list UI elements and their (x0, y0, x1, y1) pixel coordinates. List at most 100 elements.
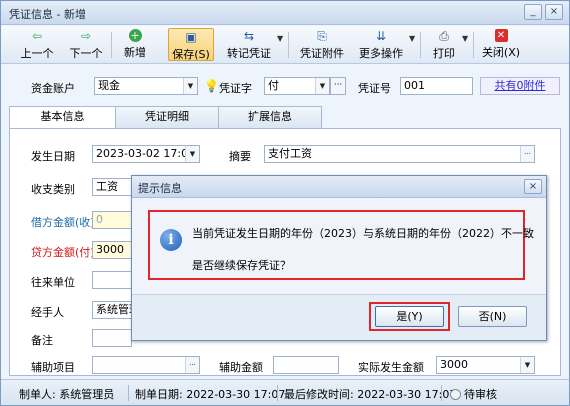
created-date-status: 制单日期: 2022-03-30 17:07 (135, 388, 286, 401)
dialog-message-highlight: i 当前凭证发生日期的年份（2023）与系统日期的年份（2022）不一致 是否继… (148, 210, 534, 280)
toolbar-separator (473, 32, 474, 58)
voucher-attachment-button[interactable]: ⎘ 凭证附件 (297, 28, 347, 61)
attachment-label: 凭证附件 (300, 47, 344, 60)
print-button[interactable]: ⎙ 打印 (429, 28, 459, 61)
arrow-left-icon: ⇦ (31, 29, 43, 43)
credit-value: 3000 (96, 243, 124, 256)
dialog-title-bar: 提示信息 × (132, 176, 546, 198)
dialog-close-button[interactable]: × (524, 179, 542, 194)
more-dropdown-icon[interactable]: ▼ (409, 34, 415, 43)
tab-voucher-details[interactable]: 凭证明细 (115, 106, 219, 128)
status-bar: 制单人: 系统管理员 制单日期: 2022-03-30 17:07 最后修改时间… (1, 379, 569, 405)
clock-icon (450, 389, 461, 400)
more-icon[interactable]: ··· (520, 146, 534, 162)
audit-status-label: 待审核 (464, 388, 497, 401)
add-icon: + (128, 29, 142, 42)
creator-status: 制单人: 系统管理员 (19, 388, 115, 401)
chevron-down-icon[interactable]: ▼ (520, 357, 534, 373)
attachments-link[interactable]: 共有0附件 (480, 77, 560, 95)
audit-status: 待审核 (450, 386, 497, 402)
voucher-no-value: 001 (404, 79, 425, 92)
actual-amount-label: 实际发生金额 (358, 361, 424, 374)
date-value: 2023-03-02 17:07 (96, 147, 196, 160)
summary-label: 摘要 (229, 150, 251, 163)
summary-input[interactable]: 支付工资 ··· (264, 145, 535, 163)
actual-amount-value: 3000 (440, 358, 468, 371)
handler-input[interactable]: 系统管理 (92, 301, 132, 319)
chevron-down-icon[interactable]: ▼ (183, 78, 197, 94)
status-separator (441, 385, 442, 401)
tab-basic-info[interactable]: 基本信息 (9, 106, 116, 129)
handler-value: 系统管理 (96, 303, 131, 316)
prev-button[interactable]: ⇦ 上一个 (15, 28, 59, 61)
aux-amount-input[interactable] (273, 356, 339, 374)
print-dropdown-icon[interactable]: ▼ (462, 34, 468, 43)
close-icon: ✕ (494, 29, 508, 42)
handler-label: 经手人 (31, 306, 64, 319)
account-label: 资金账户 (31, 82, 75, 95)
confirm-dialog: 提示信息 × i 当前凭证发生日期的年份（2023）与系统日期的年份（2022）… (131, 175, 547, 341)
aux-item-input[interactable]: ··· (92, 356, 200, 374)
tab-extended-info[interactable]: 扩展信息 (218, 106, 322, 128)
account-select[interactable]: 现金 ▼ (94, 77, 198, 95)
next-label: 下一个 (69, 47, 103, 60)
unit-input[interactable] (92, 271, 132, 289)
new-label: 新增 (124, 46, 146, 59)
info-icon: i (160, 229, 182, 251)
date-input[interactable]: 2023-03-02 17:07 ▼ (92, 145, 200, 163)
remark-label: 备注 (31, 334, 53, 347)
debit-label: 借方金额(收) (31, 216, 95, 229)
date-label: 发生日期 (31, 150, 75, 163)
chevron-down-icon[interactable]: ▼ (185, 146, 199, 162)
title-bar: 凭证信息 - 新增 _ × (1, 1, 569, 25)
dialog-message-line2: 是否继续保存凭证？ (192, 259, 291, 272)
aux-item-label: 辅助项目 (31, 361, 75, 374)
close-label: 关闭(X) (481, 46, 521, 59)
close-button[interactable]: ✕ 关闭(X) (479, 28, 523, 61)
transfer-dropdown-icon[interactable]: ▼ (277, 34, 283, 43)
prev-label: 上一个 (20, 47, 54, 60)
more-actions-button[interactable]: ⇊ 更多操作 (357, 28, 405, 61)
status-separator (128, 385, 129, 401)
no-button[interactable]: 否(N) (458, 306, 527, 327)
next-button[interactable]: ⇨ 下一个 (64, 28, 108, 61)
printer-icon: ⎙ (439, 29, 449, 43)
transfer-icon: ⇆ (243, 29, 255, 43)
aux-amount-label: 辅助金额 (219, 361, 263, 374)
yes-button[interactable]: 是(Y) (375, 306, 444, 327)
voucher-word-select[interactable]: 付 ▼ (264, 77, 330, 95)
category-input[interactable]: 工资 (92, 178, 132, 196)
toolbar-separator (420, 32, 421, 58)
new-button[interactable]: + 新增 (115, 28, 155, 61)
toolbar: ⇦ 上一个 ⇨ 下一个 + 新增 ▣ 保存(S) ⇆ 转记凭证 ▼ ⎘ 凭证附件… (1, 26, 569, 64)
voucher-no-label: 凭证号 (358, 82, 391, 95)
dialog-message-line1: 当前凭证发生日期的年份（2023）与系统日期的年份（2022）不一致 (192, 227, 534, 240)
voucher-word-browse-button[interactable]: ··· (330, 77, 346, 95)
debit-input[interactable]: 0 (92, 211, 132, 229)
double-chevron-down-icon: ⇊ (375, 29, 387, 43)
print-label: 打印 (433, 47, 455, 60)
chevron-down-icon[interactable]: ▼ (315, 78, 329, 94)
window-title: 凭证信息 - 新增 (9, 8, 86, 21)
modified-time-status: 最后修改时间: 2022-03-30 17:07 (284, 388, 457, 401)
actual-amount-select[interactable]: 3000 ▼ (436, 356, 535, 374)
lightbulb-icon: 💡 (204, 79, 219, 93)
voucher-word-label: 凭证字 (219, 82, 252, 95)
status-separator (277, 385, 278, 401)
credit-label: 贷方金额(付) (31, 246, 95, 259)
category-value: 工资 (96, 180, 118, 193)
transfer-label: 转记凭证 (227, 47, 271, 60)
toolbar-separator (111, 32, 112, 58)
voucher-word-value: 付 (268, 79, 279, 92)
save-label: 保存(S) (172, 48, 210, 61)
close-window-button[interactable]: × (545, 4, 563, 20)
category-label: 收支类别 (31, 183, 75, 196)
credit-input[interactable]: 3000 (92, 241, 132, 259)
more-icon[interactable]: ··· (185, 357, 199, 373)
minimize-button[interactable]: _ (524, 4, 542, 20)
transfer-voucher-button[interactable]: ⇆ 转记凭证 (225, 28, 273, 61)
save-button[interactable]: ▣ 保存(S) (168, 28, 214, 61)
save-icon: ▣ (185, 30, 197, 44)
remark-input[interactable] (92, 329, 132, 347)
voucher-no-input[interactable]: 001 (400, 77, 473, 95)
